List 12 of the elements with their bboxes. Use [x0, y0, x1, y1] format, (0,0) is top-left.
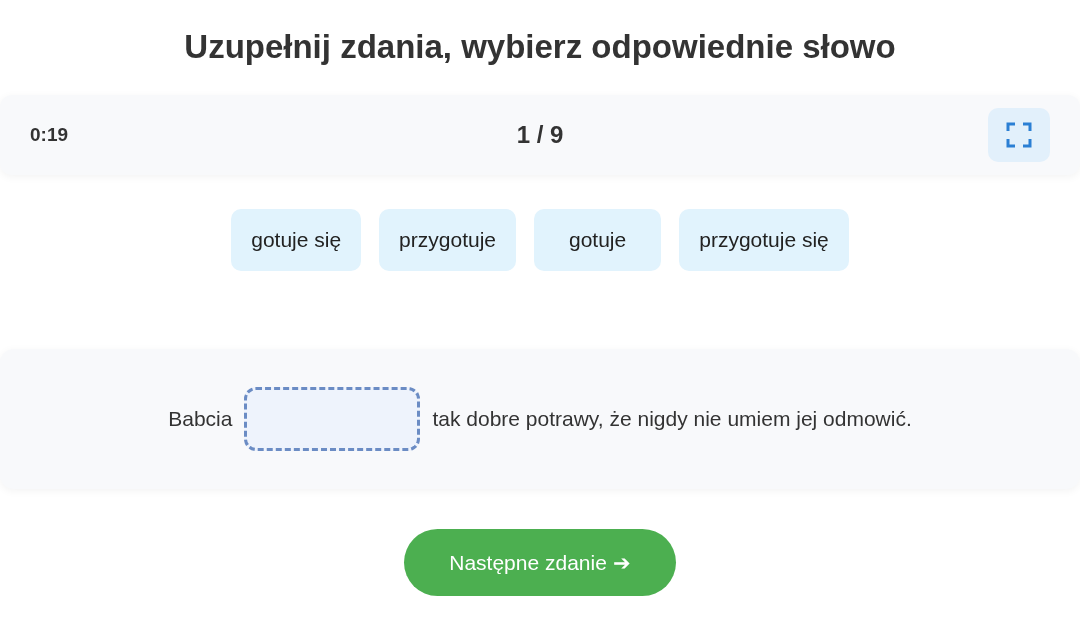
fullscreen-button[interactable]	[988, 108, 1050, 162]
timer: 0:19	[30, 124, 69, 146]
word-option[interactable]: gotuje się	[231, 209, 362, 271]
sentence-text: tak dobre potrawy, że nigdy nie umiem jej odmowić.	[432, 407, 912, 431]
sentence-text: Babcia	[168, 407, 233, 431]
word-option[interactable]: przygotuje	[379, 209, 516, 271]
progress-counter: 1 / 9	[516, 121, 564, 149]
fullscreen-icon	[1006, 122, 1032, 148]
word-option[interactable]: gotuje	[534, 209, 662, 271]
page-title: Uzupełnij zdania, wybierz odpowiednie słowo	[183, 27, 897, 67]
word-option[interactable]: przygotuje się	[679, 209, 849, 271]
answer-box[interactable]	[244, 387, 421, 451]
